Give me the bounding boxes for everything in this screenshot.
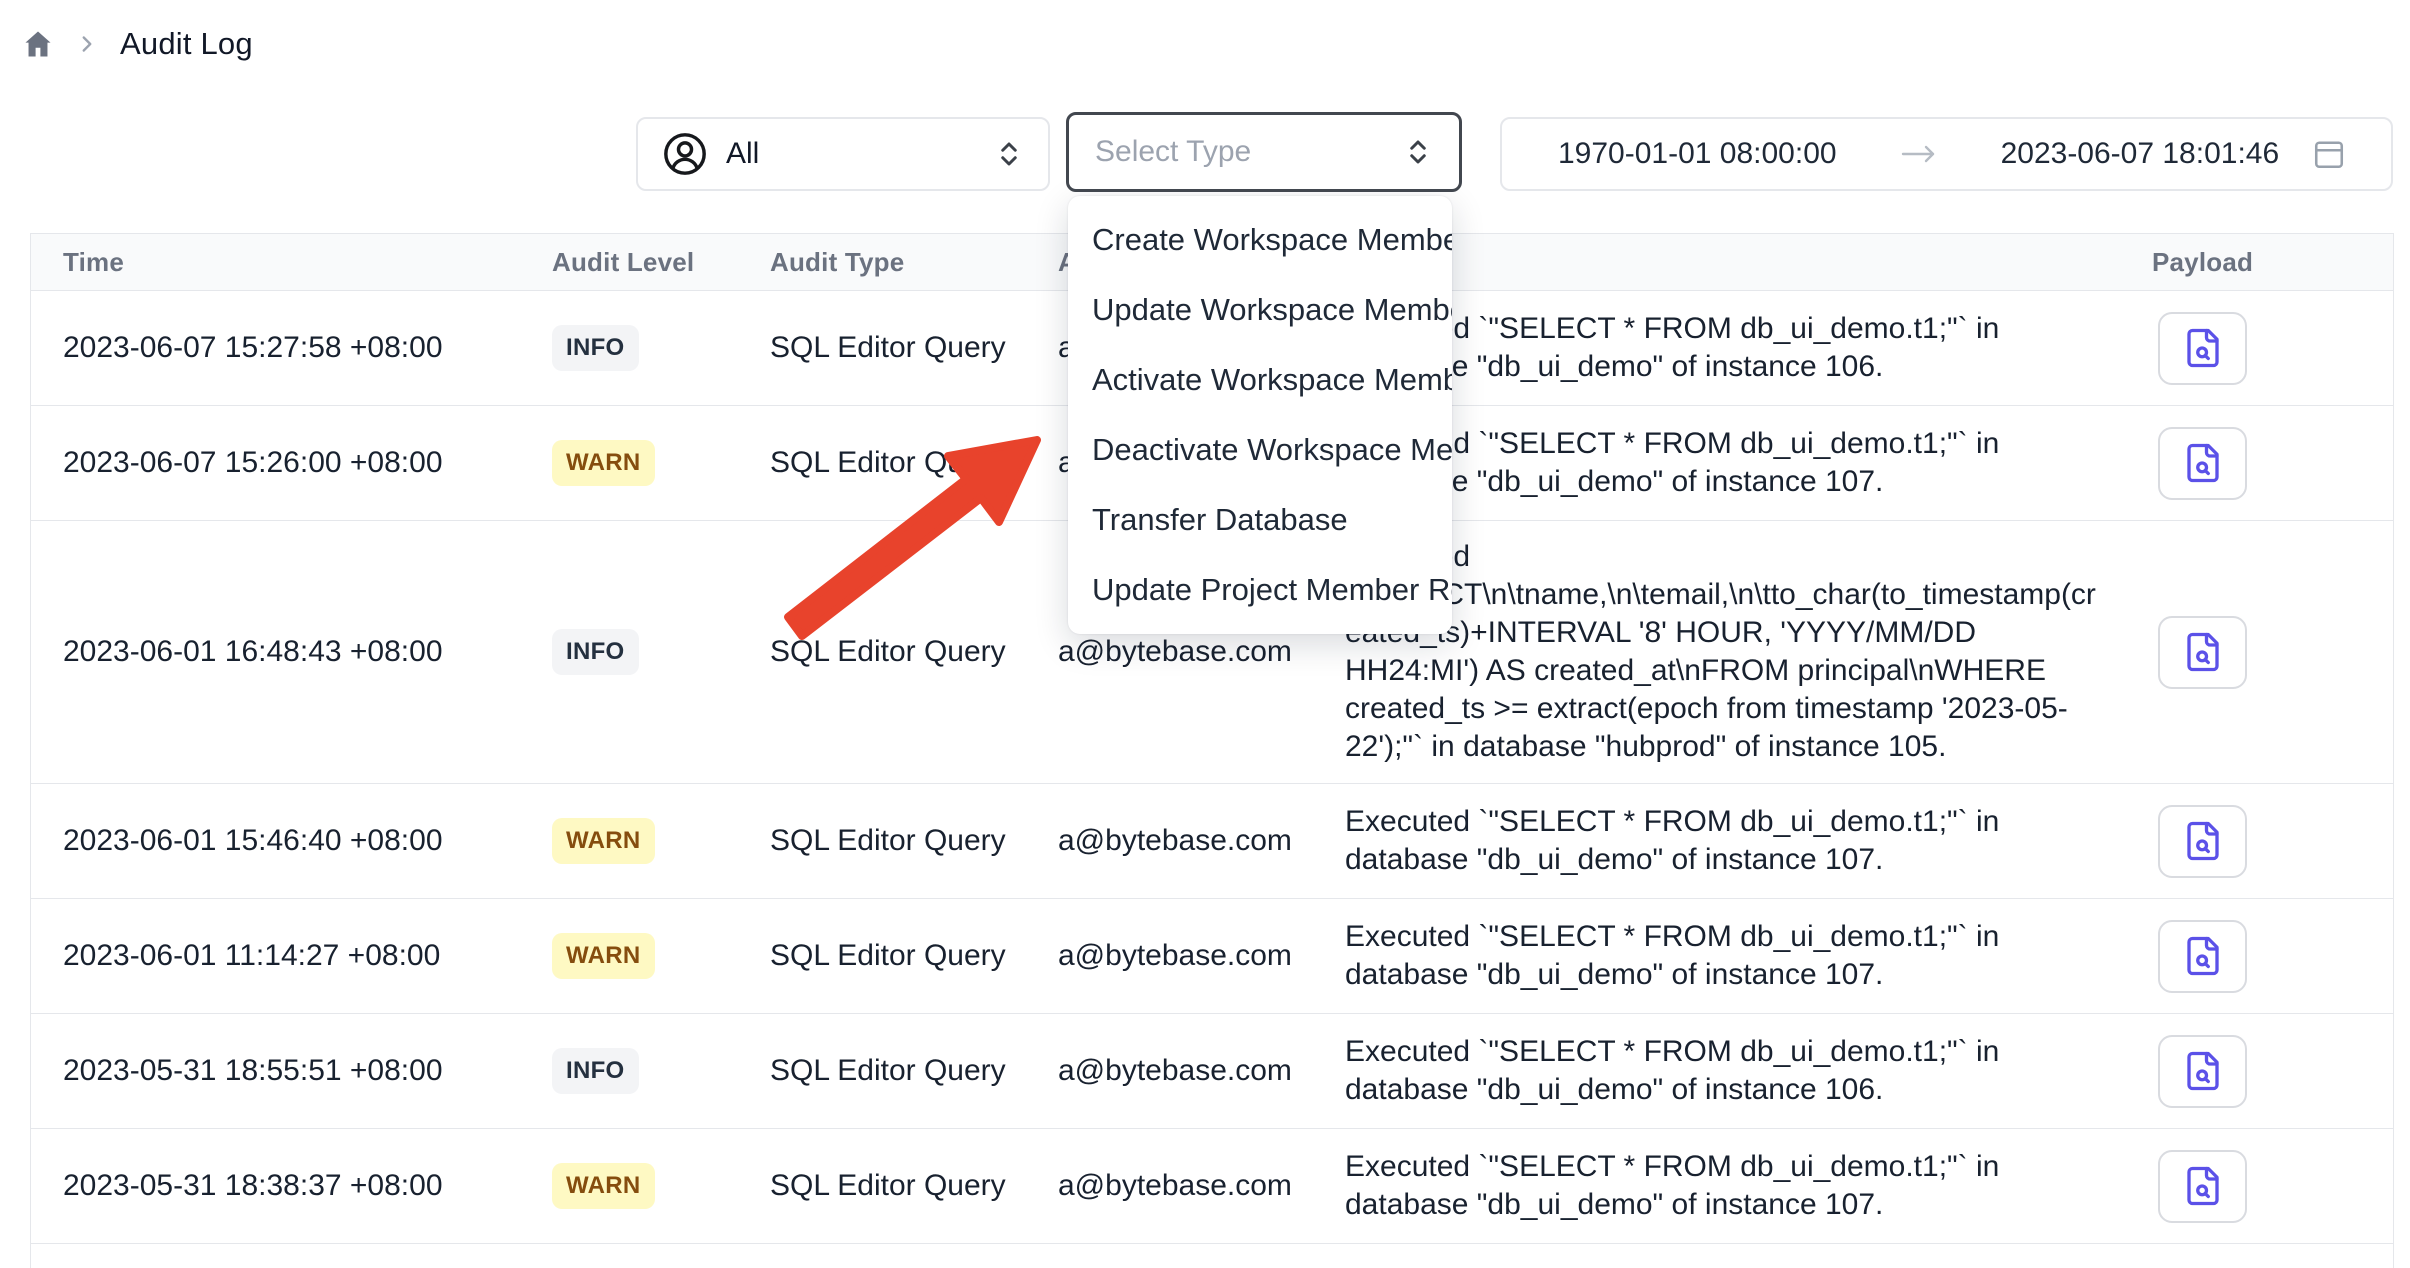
type-filter-select[interactable]: Select Type: [1066, 112, 1462, 192]
column-header-audit-level: Audit Level: [552, 247, 770, 278]
view-payload-button[interactable]: [2158, 427, 2247, 500]
chevrons-up-down-icon: [1403, 137, 1433, 167]
type-filter-menu: Create Workspace Member Update Workspace…: [1068, 196, 1452, 634]
file-search-icon: [2182, 935, 2224, 977]
audit-level-badge: WARN: [552, 440, 655, 486]
date-range-to: 2023-06-07 18:01:46: [2001, 137, 2280, 171]
chevrons-up-down-icon: [994, 139, 1024, 169]
audit-level-badge: WARN: [552, 818, 655, 864]
table-row: 2023-06-01 15:46:40 +08:00 WARN SQL Edit…: [31, 784, 2393, 899]
audit-type-cell: SQL Editor Query: [770, 1169, 1058, 1203]
time-cell: 2023-06-07 15:26:00 +08:00: [63, 446, 552, 480]
audit-type-cell: SQL Editor Query: [770, 939, 1058, 973]
audit-level-badge: INFO: [552, 1048, 639, 1094]
view-payload-button[interactable]: [2158, 920, 2247, 993]
comment-cell: Executed `"SELECT * FROM db_ui_demo.t1;"…: [1345, 803, 2105, 879]
breadcrumb-chevron-icon: [74, 31, 100, 57]
column-header-payload: Payload: [2152, 247, 2253, 278]
comment-cell: Executed `"SELECT * FROM db_ui_demo.t1;"…: [1345, 918, 2105, 994]
arrow-right-icon: [1899, 141, 1939, 167]
partial-row: [31, 1244, 2393, 1268]
file-search-icon: [2182, 1165, 2224, 1207]
menu-item-create-workspace-member[interactable]: Create Workspace Member: [1068, 205, 1452, 275]
actor-filter-select[interactable]: All: [636, 117, 1050, 191]
time-cell: 2023-05-31 18:55:51 +08:00: [63, 1054, 552, 1088]
table-row: 2023-05-31 18:38:37 +08:00 WARN SQL Edit…: [31, 1129, 2393, 1244]
menu-item-update-project-member[interactable]: Update Project Member Role: [1068, 555, 1452, 625]
view-payload-button[interactable]: [2158, 805, 2247, 878]
column-header-audit-type: Audit Type: [770, 247, 1058, 278]
view-payload-button[interactable]: [2158, 616, 2247, 689]
calendar-icon: [2311, 136, 2347, 172]
menu-item-update-workspace-member[interactable]: Update Workspace Member: [1068, 275, 1452, 345]
audit-type-cell: SQL Editor Query: [770, 635, 1058, 669]
menu-item-transfer-database[interactable]: Transfer Database: [1068, 485, 1452, 555]
time-cell: 2023-06-01 15:46:40 +08:00: [63, 824, 552, 858]
page-title: Audit Log: [120, 26, 253, 62]
file-search-icon: [2182, 442, 2224, 484]
audit-level-badge: WARN: [552, 933, 655, 979]
user-circle-icon: [662, 131, 708, 177]
breadcrumb: Audit Log: [22, 26, 253, 62]
actor-cell: a@bytebase.com: [1058, 824, 1345, 858]
audit-type-cell: SQL Editor Query: [770, 331, 1058, 365]
time-cell: 2023-06-01 16:48:43 +08:00: [63, 635, 552, 669]
date-range-picker[interactable]: 1970-01-01 08:00:00 2023-06-07 18:01:46: [1500, 117, 2393, 191]
date-range-from: 1970-01-01 08:00:00: [1558, 137, 1837, 171]
menu-item-activate-workspace-member[interactable]: Activate Workspace Member: [1068, 345, 1452, 415]
comment-cell: Executed `"SELECT * FROM db_ui_demo.t1;"…: [1345, 1148, 2105, 1224]
home-icon[interactable]: [22, 28, 54, 60]
comment-cell: Executed `"SELECT * FROM db_ui_demo.t1;"…: [1345, 1033, 2105, 1109]
column-header-time: Time: [63, 247, 552, 278]
type-filter-placeholder: Select Type: [1095, 135, 1251, 169]
file-search-icon: [2182, 327, 2224, 369]
audit-log-page: { "breadcrumb": { "title": "Audit Log" }…: [0, 0, 2410, 1268]
actor-filter-value: All: [726, 137, 759, 171]
audit-type-cell: SQL Editor Query: [770, 446, 1058, 480]
actor-cell: a@bytebase.com: [1058, 939, 1345, 973]
menu-item-deactivate-workspace-member[interactable]: Deactivate Workspace Member: [1068, 415, 1452, 485]
table-row: 2023-05-31 18:55:51 +08:00 INFO SQL Edit…: [31, 1014, 2393, 1129]
time-cell: 2023-05-31 18:38:37 +08:00: [63, 1169, 552, 1203]
audit-type-cell: SQL Editor Query: [770, 1054, 1058, 1088]
audit-level-badge: INFO: [552, 325, 639, 371]
table-row: 2023-06-01 11:14:27 +08:00 WARN SQL Edit…: [31, 899, 2393, 1014]
comment-cell: Executed `"SELECT\n\tname,\n\temail,\n\t…: [1345, 538, 2105, 766]
file-search-icon: [2182, 820, 2224, 862]
audit-type-cell: SQL Editor Query: [770, 824, 1058, 858]
view-payload-button[interactable]: [2158, 1150, 2247, 1223]
file-search-icon: [2182, 631, 2224, 673]
actor-cell: a@bytebase.com: [1058, 635, 1345, 669]
file-search-icon: [2182, 1050, 2224, 1092]
actor-cell: a@bytebase.com: [1058, 1169, 1345, 1203]
comment-cell: Executed `"SELECT * FROM db_ui_demo.t1;"…: [1345, 310, 2105, 386]
view-payload-button[interactable]: [2158, 312, 2247, 385]
time-cell: 2023-06-07 15:27:58 +08:00: [63, 331, 552, 365]
comment-cell: Executed `"SELECT * FROM db_ui_demo.t1;"…: [1345, 425, 2105, 501]
audit-level-badge: INFO: [552, 629, 639, 675]
time-cell: 2023-06-01 11:14:27 +08:00: [63, 939, 552, 973]
view-payload-button[interactable]: [2158, 1035, 2247, 1108]
actor-cell: a@bytebase.com: [1058, 1054, 1345, 1088]
audit-level-badge: WARN: [552, 1163, 655, 1209]
